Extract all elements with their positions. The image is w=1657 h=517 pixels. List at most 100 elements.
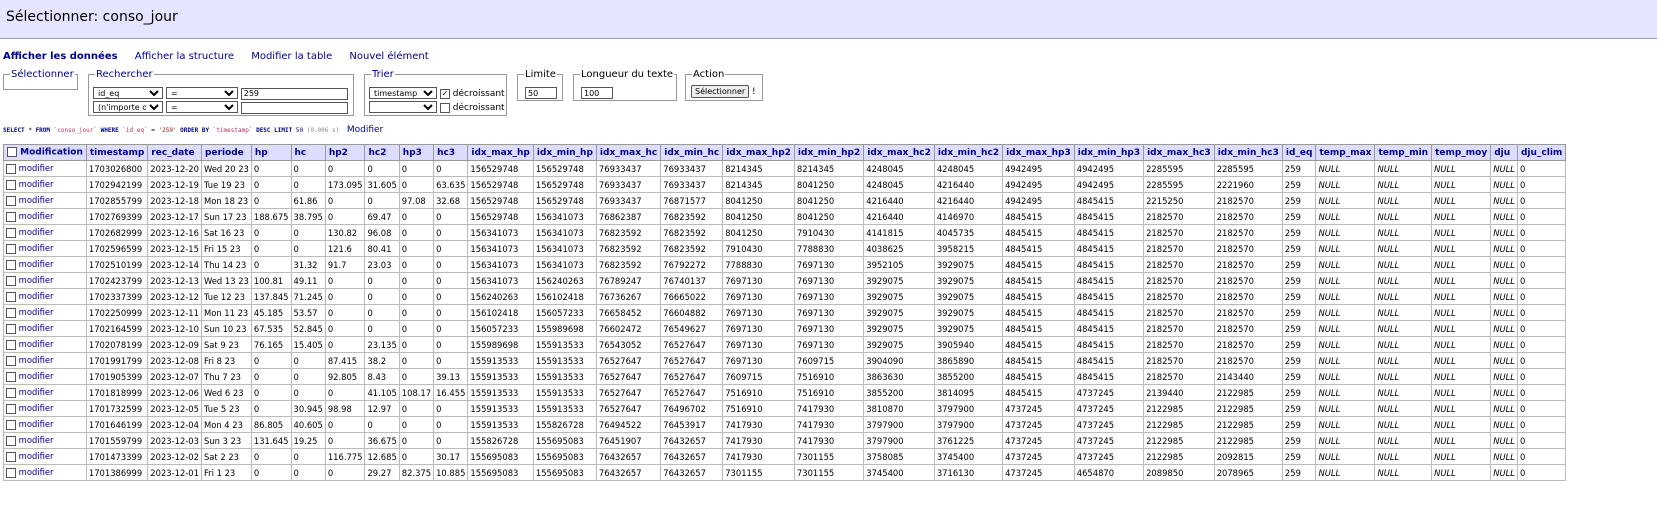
edit-row-link[interactable]: modifier [19,451,54,461]
row-checkbox[interactable] [6,163,16,174]
select-all-checkbox[interactable] [7,147,17,158]
edit-row-link[interactable]: modifier [19,227,54,237]
table-cell: 2122985 [1213,400,1283,417]
row-checkbox[interactable] [6,275,16,286]
nav-show-structure[interactable]: Afficher la structure [135,51,234,62]
row-checkbox[interactable] [6,259,16,270]
search-value-input[interactable] [240,87,348,100]
col-header[interactable]: hp2 [324,144,366,161]
edit-row-link[interactable]: modifier [19,163,54,173]
row-checkbox[interactable] [6,307,16,318]
edit-row-link[interactable]: modifier [19,371,54,381]
edit-row-link[interactable]: modifier [19,419,54,429]
col-header[interactable]: idx_min_hp2 [793,144,865,161]
edit-row-link[interactable]: modifier [19,403,54,413]
sort-desc-checkbox-2[interactable] [439,102,450,113]
col-header[interactable]: idx_min_hp [532,144,597,161]
edit-query-link[interactable]: Modifier [347,125,383,135]
sort-column-select[interactable]: timestamp [369,87,437,99]
col-header[interactable]: idx_min_hc3 [1213,144,1283,161]
sort-column-select-2[interactable] [369,101,437,113]
col-header[interactable]: temp_min [1374,144,1433,161]
edit-row-link[interactable]: modifier [19,275,54,285]
col-header[interactable]: hc2 [364,144,400,161]
row-checkbox[interactable] [6,387,16,398]
search-column-select[interactable]: id_eq [93,87,163,99]
row-checkbox[interactable] [6,179,16,190]
col-header[interactable]: idx_min_hp3 [1073,144,1145,161]
limit-input[interactable] [525,87,557,99]
row-checkbox[interactable] [6,195,16,206]
edit-row-link[interactable]: modifier [19,307,54,317]
edit-row-link[interactable]: modifier [19,291,54,301]
col-header[interactable]: idx_min_hc [660,144,724,161]
select-legend[interactable]: Sélectionner [10,69,75,80]
row-checkbox[interactable] [6,451,16,462]
col-header[interactable]: id_eq [1281,144,1317,161]
nav-new-item[interactable]: Nouvel élément [349,51,428,62]
table-cell: 49.11 [290,272,326,289]
row-checkbox[interactable] [6,227,16,238]
row-checkbox[interactable] [6,323,16,334]
row-checkbox[interactable] [6,419,16,430]
edit-row-link[interactable]: modifier [19,467,54,477]
sort-desc-checkbox[interactable]: ✓ [439,88,450,99]
col-header[interactable]: idx_max_hp2 [722,144,795,161]
edit-row-link[interactable]: modifier [19,387,54,397]
col-header[interactable]: idx_max_hp [467,144,534,161]
table-cell: NULL [1374,240,1433,257]
nav-alter-table[interactable]: Modifier la table [251,51,332,62]
table-cell: NULL [1490,208,1518,225]
edit-row-link[interactable]: modifier [19,243,54,253]
col-header[interactable]: periode [200,144,252,161]
col-header-label[interactable]: Modification [20,148,83,158]
row-checkbox[interactable] [6,371,16,382]
edit-row-link[interactable]: modifier [19,195,54,205]
row-checkbox[interactable] [6,355,16,366]
nav-show-data[interactable]: Afficher les données [3,51,118,62]
edit-row-link[interactable]: modifier [19,339,54,349]
col-header[interactable]: dju [1490,144,1518,161]
edit-row-link[interactable]: modifier [19,179,54,189]
sort-fieldset: Trier timestamp ✓ décroissant décroissan… [364,69,507,116]
table-cell: NULL [1315,240,1376,257]
col-header[interactable]: temp_max [1315,144,1376,161]
edit-row-link[interactable]: modifier [19,435,54,445]
col-header[interactable]: idx_max_hp3 [1002,144,1075,161]
select-button[interactable]: Sélectionner [691,85,750,98]
table-cell: NULL [1315,464,1376,481]
row-checkbox[interactable] [6,339,16,350]
col-header[interactable]: idx_max_hc2 [863,144,935,161]
table-cell: 4942495 [1073,160,1145,177]
col-header[interactable]: idx_max_hc3 [1143,144,1215,161]
table-cell: 1702078199 [85,336,149,353]
col-header[interactable]: timestamp [85,144,149,161]
col-header[interactable]: idx_max_hc [595,144,662,161]
search-column-select-2[interactable]: (n'importe où) [93,101,163,113]
table-cell: 3716130 [933,464,1004,481]
table-cell: 259 [1281,320,1317,337]
col-header[interactable]: Modification [3,144,87,161]
col-header[interactable]: hp3 [398,144,435,161]
row-checkbox[interactable] [6,403,16,414]
row-checkbox[interactable] [6,291,16,302]
search-value-input-2[interactable] [240,101,348,114]
search-operator-select[interactable]: = [165,87,238,99]
row-checkbox[interactable] [6,435,16,446]
col-header[interactable]: hc [290,144,326,161]
edit-row-link[interactable]: modifier [19,211,54,221]
text-length-input[interactable] [581,87,613,99]
col-header[interactable]: rec_date [147,144,202,161]
row-checkbox[interactable] [6,211,16,222]
row-checkbox[interactable] [6,467,16,478]
edit-row-link[interactable]: modifier [19,259,54,269]
col-header[interactable]: idx_min_hc2 [933,144,1004,161]
col-header[interactable]: hc3 [433,144,469,161]
row-checkbox[interactable] [6,243,16,254]
col-header[interactable]: temp_moy [1431,144,1492,161]
col-header[interactable]: dju_clim [1516,144,1567,161]
edit-row-link[interactable]: modifier [19,323,54,333]
col-header[interactable]: hp [250,144,292,161]
search-operator-select-2[interactable]: = [165,101,238,113]
edit-row-link[interactable]: modifier [19,355,54,365]
